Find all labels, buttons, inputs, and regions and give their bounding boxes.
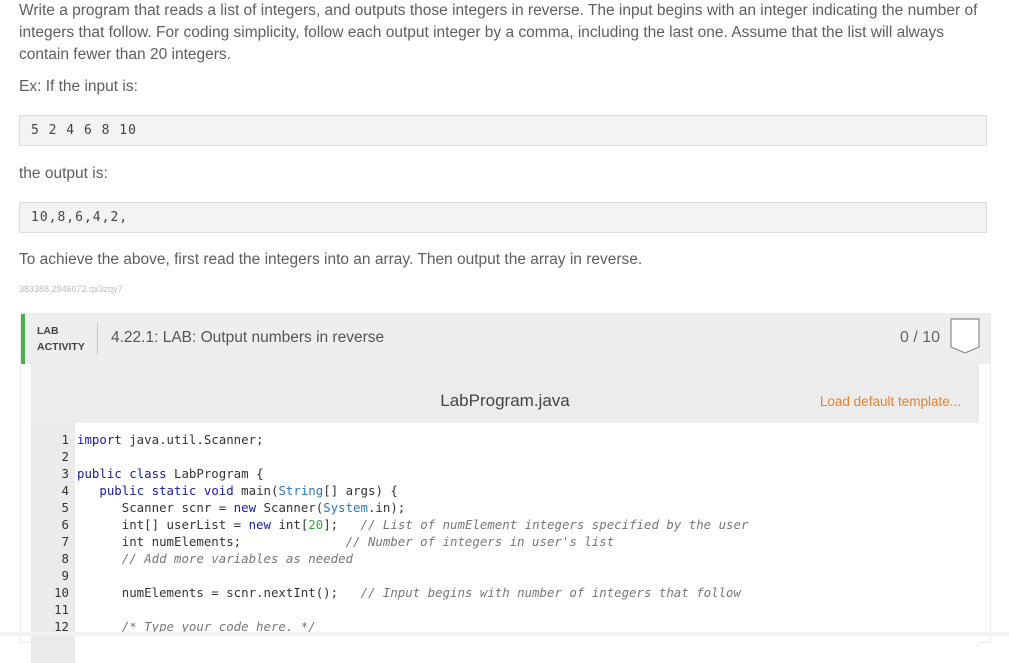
- problem-description: Write a program that reads a list of int…: [19, 2, 978, 63]
- line-number: 5: [61, 500, 69, 515]
- lab-tag-line2: ACTIVITY: [37, 341, 85, 353]
- load-default-template-link[interactable]: Load default template...: [820, 394, 961, 409]
- code-area[interactable]: 1 import java.util.Scanner; 2 3 public cla…: [31, 431, 748, 635]
- code-line: 7 int numElements; // Number of integers…: [31, 533, 748, 550]
- code-token: new: [233, 500, 257, 515]
- code-token: main(: [233, 483, 279, 498]
- code-token: numElements = scnr.nextInt();: [121, 585, 339, 600]
- code-token: void: [203, 483, 234, 498]
- code-token: Scanner(: [256, 500, 324, 515]
- line-number: 6: [61, 517, 69, 532]
- line-number: 9: [61, 568, 69, 583]
- code-token: LabProgram {: [166, 466, 264, 481]
- line-number: 4: [61, 483, 69, 498]
- code-token: Scanner scnr =: [121, 500, 234, 515]
- header-divider: [97, 323, 98, 355]
- code-token: .in);: [367, 500, 406, 515]
- lab-header: LAB ACTIVITY 4.22.1: LAB: Output numbers…: [21, 314, 990, 364]
- hint-text: To achieve the above, first read the int…: [19, 251, 643, 268]
- code-line: 4 public static void main(String[] args)…: [31, 482, 748, 499]
- code-token: ];: [323, 517, 339, 532]
- code-comment: // List of numElement integers specified…: [360, 517, 749, 532]
- code-comment: // Number of integers in user's list: [345, 534, 615, 549]
- example-input-label: Ex: If the input is:: [19, 78, 138, 95]
- code-token: import: [77, 432, 122, 447]
- lab-title: 4.22.1: LAB: Output numbers in reverse: [111, 329, 385, 346]
- page-bottom-edge: [0, 632, 1009, 636]
- code-comment: // Input begins with number of integers …: [360, 585, 741, 600]
- lab-activity-tag: LAB ACTIVITY: [37, 323, 85, 355]
- code-token: public: [77, 466, 122, 481]
- code-token: new: [248, 517, 271, 532]
- line-number: 1: [61, 432, 69, 447]
- code-token: public: [99, 483, 145, 498]
- code-token: class: [129, 466, 167, 481]
- lab-tag-line1: LAB: [37, 325, 59, 337]
- example-output-label: the output is:: [19, 165, 108, 182]
- example-input-box: 5 2 4 6 8 10: [19, 115, 987, 146]
- code-line: 10 numElements = scnr.nextInt(); // Inpu…: [31, 584, 748, 601]
- code-token: int[: [270, 517, 309, 532]
- code-editor: LabProgram.java Load default template...…: [31, 363, 979, 663]
- score-badge-icon: [950, 318, 980, 354]
- code-line: 2: [31, 448, 748, 465]
- example-output-box: 10,8,6,4,2,: [19, 202, 987, 233]
- code-token: 20: [308, 517, 324, 532]
- code-token: static: [151, 483, 197, 498]
- code-comment: // Add more variables as needed: [121, 551, 354, 566]
- code-token: int numElements;: [121, 534, 242, 549]
- code-line: 8 // Add more variables as needed: [31, 550, 748, 567]
- line-number: 2: [61, 449, 69, 464]
- reference-id: 383388.2946072.qx3zqy7: [19, 284, 123, 294]
- lab-activity: LAB ACTIVITY 4.22.1: LAB: Output numbers…: [20, 313, 991, 663]
- editor-toolbar: LabProgram.java Load default template...: [31, 363, 979, 423]
- problem-statement: Write a program that reads a list of int…: [19, 0, 989, 66]
- lab-score: 0 / 10: [899, 329, 940, 346]
- code-line: 3 public class LabProgram {: [31, 465, 748, 482]
- line-number: 8: [61, 551, 69, 566]
- code-token: System: [323, 500, 368, 515]
- code-line: 9: [31, 567, 748, 584]
- code-line: 6 int[] userList = new int[20]; // List …: [31, 516, 749, 533]
- code-line: 11: [31, 601, 748, 618]
- line-number: 10: [54, 585, 69, 600]
- code-token: java.util.Scanner;: [121, 432, 264, 447]
- code-line: 5 Scanner scnr = new Scanner(System.in);: [31, 499, 748, 516]
- code-token: int[] userList =: [121, 517, 249, 532]
- code-token: [] args) {: [323, 483, 398, 498]
- line-number: 7: [61, 534, 69, 549]
- line-number: 3: [61, 466, 69, 481]
- line-number: 11: [54, 602, 69, 617]
- code-line: 1 import java.util.Scanner;: [31, 431, 748, 448]
- code-token: String: [278, 483, 324, 498]
